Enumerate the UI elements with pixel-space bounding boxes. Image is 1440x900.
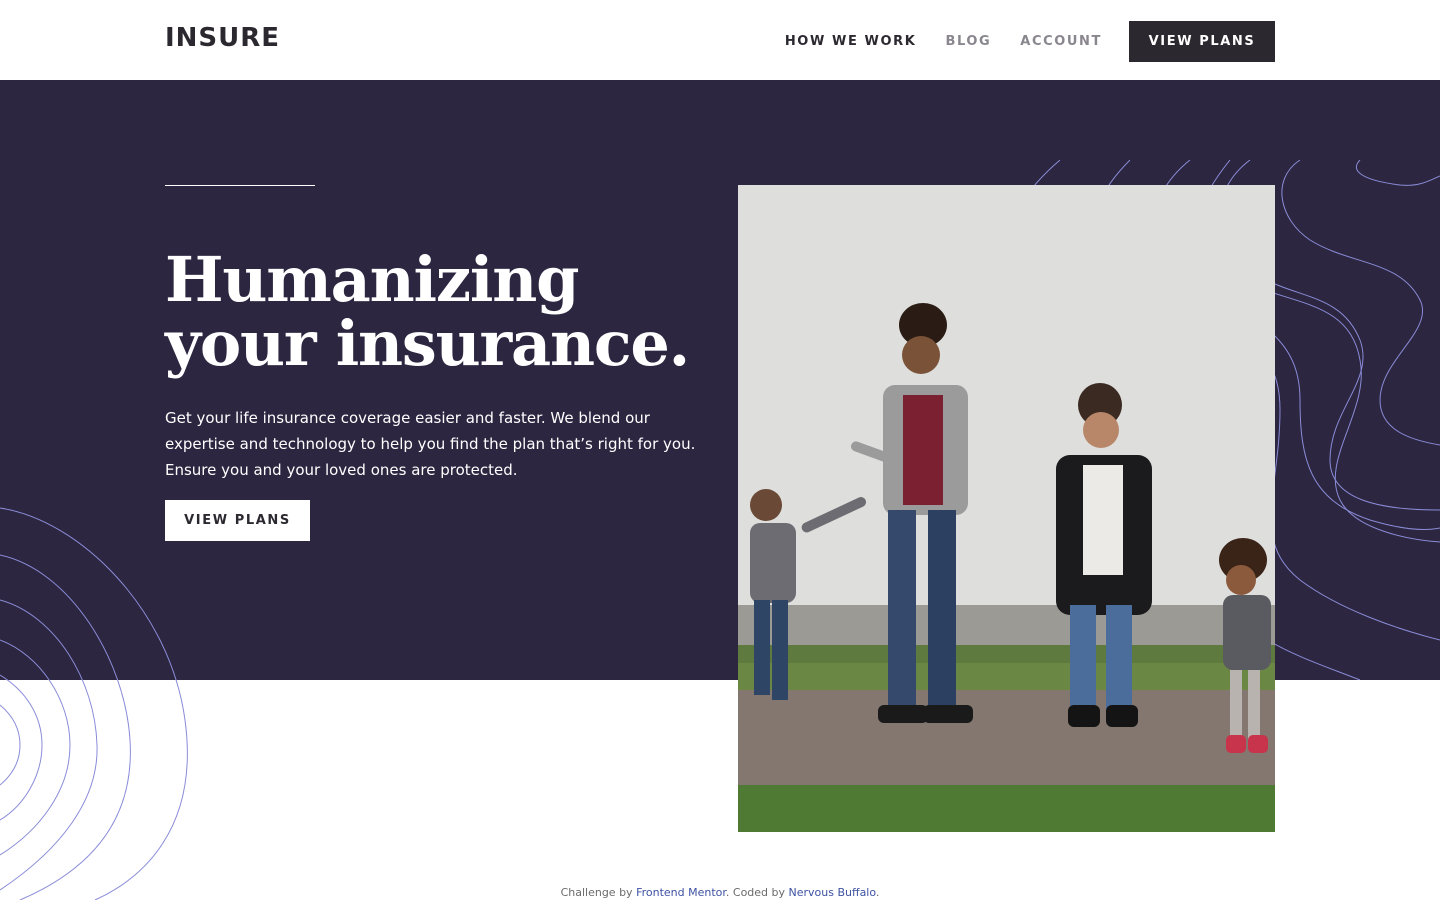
hero-description: Get your life insurance coverage easier …	[165, 409, 696, 479]
contour-pattern-left-icon	[0, 507, 188, 900]
family-photo	[738, 185, 1275, 832]
main-nav: HOW WE WORK BLOG ACCOUNT VIEW PLANS	[785, 21, 1275, 62]
hero-divider	[165, 185, 315, 186]
hero-title: Humanizing your insurance.	[165, 243, 690, 380]
view-plans-nav-button[interactable]: VIEW PLANS	[1129, 21, 1275, 62]
attribution: Challenge by Frontend Mentor. Coded by N…	[0, 886, 1440, 899]
attribution-middle: . Coded by	[725, 886, 786, 899]
nav-blog[interactable]: BLOG	[945, 34, 991, 49]
insure-logo[interactable]: INSURE	[165, 25, 280, 51]
nav-how-we-work[interactable]: HOW WE WORK	[785, 34, 917, 49]
logo-text: INSURE	[165, 23, 281, 53]
attribution-suffix: .	[875, 886, 880, 899]
site-header: INSURE HOW WE WORK BLOG ACCOUNT VIEW PLA…	[0, 0, 1440, 80]
attribution-prefix: Challenge by	[560, 886, 633, 899]
nav-account[interactable]: ACCOUNT	[1020, 34, 1102, 49]
family-photo-icon	[738, 185, 1275, 832]
author-link[interactable]: Nervous Buffalo	[789, 886, 876, 899]
frontend-mentor-link[interactable]: Frontend Mentor	[636, 886, 726, 899]
